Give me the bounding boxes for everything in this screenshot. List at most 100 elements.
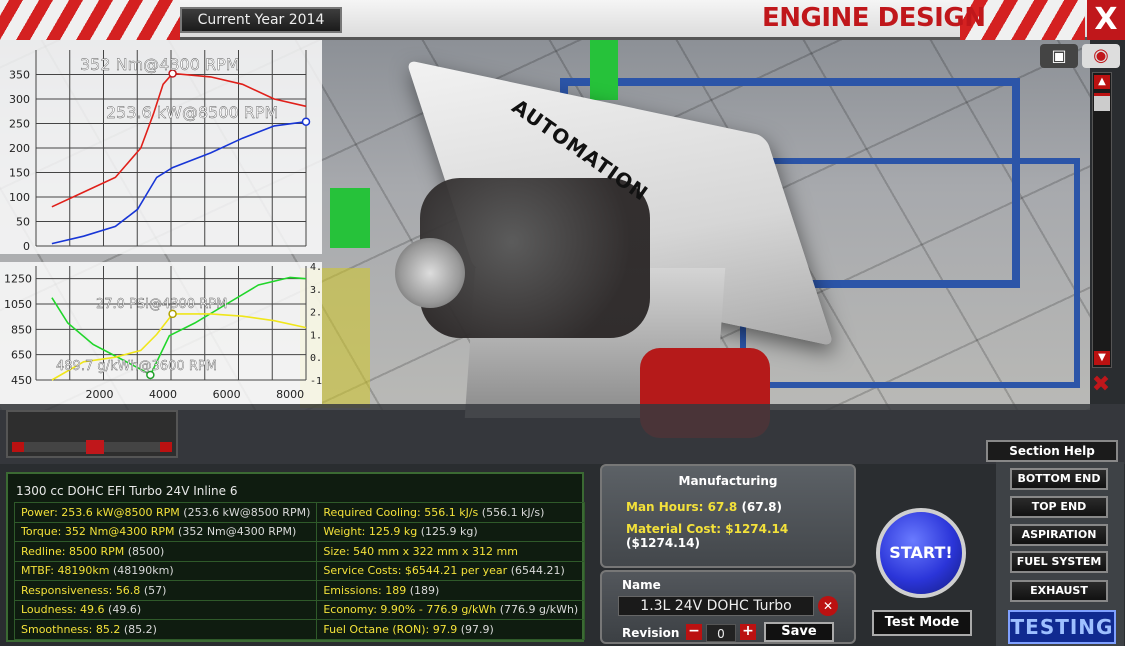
y-tick-label: 300 [9, 93, 30, 106]
stats-row: Torque: 352 Nm@4300 RPM (352 Nm@4300 RPM… [13, 521, 586, 542]
bottom-chart-bg [0, 262, 322, 404]
section-exhaust-button[interactable]: EXHAUST [1010, 580, 1108, 602]
stat-left: MTBF: 48190km (48190km) [13, 560, 318, 581]
stat-key: MTBF: [21, 564, 54, 578]
y-tick-label: 50 [16, 216, 30, 229]
revision-value: 0 [706, 624, 736, 642]
section-nav: BOTTOM END TOP END ASPIRATION FUEL SYSTE… [996, 462, 1124, 646]
stat-left: Power: 253.6 kW@8500 RPM (253.6 kW@8500 … [13, 502, 318, 523]
stat-val: 97.9 [432, 622, 458, 636]
stat-ref: (352 Nm@4300 RPM) [178, 525, 297, 539]
stat-key: Economy: [323, 603, 377, 617]
save-button[interactable]: Save [764, 622, 834, 642]
stat-ref: (189) [409, 583, 440, 597]
y-tick-label: 450 [11, 374, 32, 387]
boost-peak-annotation: 27.0 PSI@4300 RPM [96, 297, 227, 312]
horizontal-scroller[interactable] [6, 410, 178, 458]
y-tick-label: 350 [9, 69, 30, 82]
section-help-button[interactable]: Section Help [986, 440, 1118, 462]
stat-ref: (776.9 g/kWh) [499, 603, 579, 617]
engine-curves-chart: 0 50 100 150 200 250 300 350 352 Nm@4300 RPM 253.… [0, 40, 322, 404]
translate-gizmo-green-left[interactable] [330, 188, 370, 248]
close-button[interactable]: X [1087, 0, 1125, 40]
scroll-down-icon[interactable]: ▼ [1094, 351, 1110, 365]
view-zoom-scrollbar[interactable]: ▲ ▼ [1092, 72, 1112, 368]
stat-ref: (49.6) [108, 603, 142, 617]
stat-val: 49.6 [80, 603, 105, 617]
x-tick-label: 6000 [213, 388, 241, 401]
stat-ref: (556.1 kJ/s) [481, 505, 545, 519]
stat-val: 352 Nm@4300 RPM [64, 525, 175, 539]
x-tick-label: 2000 [86, 388, 114, 401]
revision-increment-button[interactable]: + [740, 624, 756, 640]
y-tick-label: 150 [9, 167, 30, 180]
eye-icon[interactable]: ◉ [1082, 44, 1120, 68]
y2-tick-label: 1.0 [310, 330, 322, 341]
stat-val: 125.9 kg [368, 525, 418, 539]
man-hours-row: Man Hours: 67.8 (67.8) [626, 500, 782, 514]
stat-val: 253.6 kW@8500 RPM [61, 505, 180, 519]
bsfc-min-annotation: 489.7 g/kWh@3600 RPM [56, 359, 217, 374]
move-cross-icon[interactable]: ✖ [1084, 372, 1118, 397]
stat-left: Loudness: 49.6 (49.6) [13, 599, 318, 620]
stat-ref: (125.9 kg) [420, 525, 478, 539]
stat-val: 9.90% - 776.9 g/kWh [380, 603, 497, 617]
engine-graphs-panel: 0 50 100 150 200 250 300 350 352 Nm@4300 RPM 253.… [0, 40, 322, 404]
section-fuel-system-button[interactable]: FUEL SYSTEM [1010, 551, 1108, 573]
y2-tick-label: 2.0 [310, 308, 322, 319]
stats-row: Smoothness: 85.2 (85.2) Fuel Octane (RON… [13, 619, 586, 640]
translate-gizmo-green[interactable] [590, 40, 618, 100]
page-title: ENGINE DESIGN [762, 3, 986, 33]
power-peak-annotation: 253.6 kW@8500 RPM [106, 103, 278, 122]
section-top-end-button[interactable]: TOP END [1010, 496, 1108, 518]
scroll-thumb[interactable] [1094, 93, 1110, 111]
stat-key: Smoothness: [21, 622, 93, 636]
section-bottom-end-button[interactable]: BOTTOM END [1010, 468, 1108, 490]
section-aspiration-button[interactable]: ASPIRATION [1010, 524, 1108, 546]
stat-val: 48190km [57, 564, 110, 578]
stat-val: $6544.21 per year [404, 564, 508, 578]
stat-key: Weight: [323, 525, 366, 539]
man-hours-ref: (67.8) [741, 500, 783, 514]
man-hours-label: Man Hours: [626, 500, 704, 514]
scroll-left-icon[interactable] [12, 442, 24, 452]
start-button[interactable]: START! [876, 508, 966, 598]
x-tick-label: 4000 [149, 388, 177, 401]
stat-key: Redline: [21, 544, 66, 558]
stat-ref: (253.6 kW@8500 RPM) [183, 505, 311, 519]
stat-ref: (57) [143, 583, 167, 597]
test-mode-button[interactable]: Test Mode [872, 610, 972, 636]
y-tick-label: 1250 [4, 273, 32, 286]
stat-key: Fuel Octane (RON): [323, 622, 430, 636]
stat-val: 189 [385, 583, 407, 597]
material-cost-label: Material Cost: [626, 522, 722, 536]
stats-table: Power: 253.6 kW@8500 RPM (253.6 kW@8500 … [13, 502, 586, 640]
stat-left: Smoothness: 85.2 (85.2) [13, 619, 318, 640]
y-tick-label: 100 [9, 191, 30, 204]
engine-name-field[interactable]: 1.3L 24V DOHC Turbo [618, 596, 814, 616]
torque-peak-annotation: 352 Nm@4300 RPM [80, 55, 240, 74]
stat-key: Emissions: [323, 583, 382, 597]
stat-key: Size: [323, 544, 350, 558]
material-cost-value: $1274.14 [725, 522, 789, 536]
testing-tab[interactable]: TESTING [1008, 610, 1116, 644]
scroll-up-icon[interactable]: ▲ [1094, 75, 1110, 89]
camera-icon[interactable]: ▣ [1040, 44, 1078, 68]
revision-decrement-button[interactable]: − [686, 624, 702, 640]
scroller-thumb[interactable] [86, 440, 104, 454]
name-label: Name [622, 578, 661, 592]
stat-right: Size: 540 mm x 322 mm x 312 mm [316, 541, 586, 562]
header-stripes-left [0, 0, 180, 40]
stat-key: Required Cooling: [323, 505, 421, 519]
stat-right: Economy: 9.90% - 776.9 g/kWh (776.9 g/kW… [316, 599, 586, 620]
stat-right: Emissions: 189 (189) [316, 580, 586, 601]
stats-row: Redline: 8500 RPM (8500) Size: 540 mm x … [13, 541, 586, 562]
scroll-right-icon[interactable] [160, 442, 172, 452]
stats-row: Responsiveness: 56.8 (57) Emissions: 189… [13, 580, 586, 601]
material-cost-row: Material Cost: $1274.14 ($1274.14) [626, 522, 854, 550]
stat-right: Service Costs: $6544.21 per year (6544.2… [316, 560, 586, 581]
engine-description: 1300 cc DOHC EFI Turbo 24V Inline 6 [16, 484, 238, 498]
stat-key: Torque: [21, 525, 62, 539]
clear-name-icon[interactable]: ✕ [818, 596, 838, 616]
turbocharger [395, 238, 465, 308]
